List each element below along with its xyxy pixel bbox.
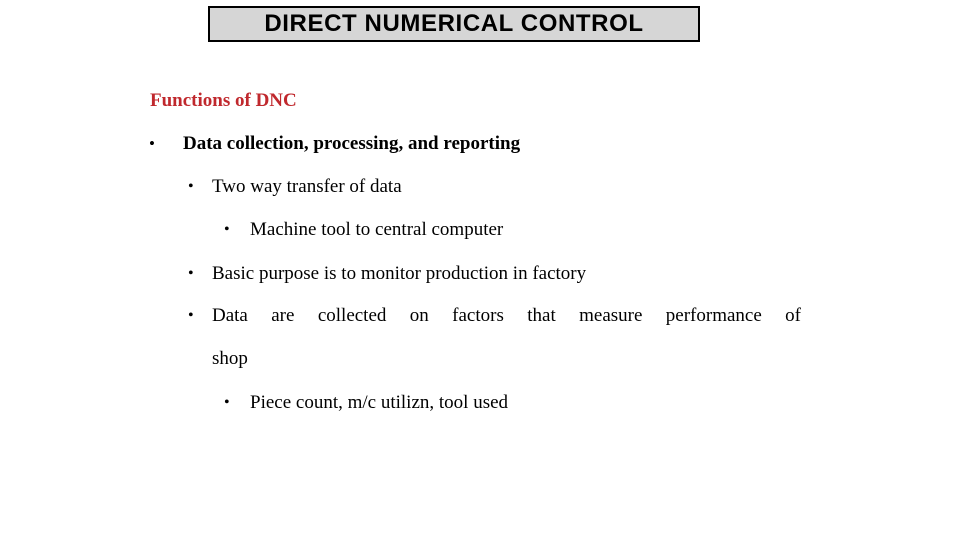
bullet-marker-icon: • [149,134,155,153]
slide-body: Functions of DNC • Data collection, proc… [0,0,960,540]
bullet-text-4: Basic purpose is to monitor production i… [212,263,587,284]
bullet-text-6: Piece count, m/c utilizn, tool used [250,392,509,413]
bullet-text-1: Data collection, processing, and reporti… [183,133,521,154]
bullet-text-5-line2: shop [212,348,248,369]
bullet-marker-icon: • [224,221,230,238]
bullet-marker-icon: • [224,394,230,411]
bullet-text-5-line1: Data are collected on factors that measu… [212,305,801,326]
bullet-marker-icon: • [188,307,194,324]
bullet-text-3: Machine tool to central computer [250,219,504,240]
bullet-item-5: Data are collected on factors that measu… [212,305,801,370]
section-heading: Functions of DNC [150,90,297,111]
bullet-marker-icon: • [188,178,194,195]
bullet-marker-icon: • [188,265,194,282]
bullet-text-2: Two way transfer of data [212,176,402,197]
slide-canvas: DIRECT NUMERICAL CONTROL Functions of DN… [0,0,960,540]
